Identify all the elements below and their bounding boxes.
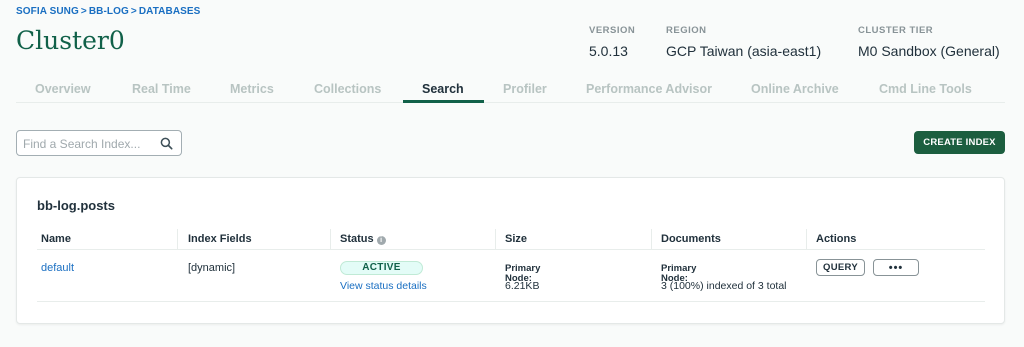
column-header-name: Name bbox=[41, 233, 71, 245]
create-index-button[interactable]: CREATE INDEX bbox=[914, 131, 1005, 154]
size-value: 6.21KB bbox=[505, 280, 540, 292]
column-header-size: Size bbox=[505, 233, 528, 245]
region-value: GCP Taiwan (asia-east1) bbox=[666, 43, 822, 59]
row-divider bbox=[37, 301, 985, 302]
cluster-version: VERSION 5.0.13 bbox=[589, 25, 635, 59]
tab-online-archive[interactable]: Online Archive bbox=[751, 82, 839, 96]
version-value: 5.0.13 bbox=[589, 43, 628, 59]
query-button[interactable]: QUERY bbox=[816, 259, 865, 276]
column-divider bbox=[495, 229, 496, 249]
search-input[interactable] bbox=[23, 135, 153, 152]
active-tab-indicator bbox=[403, 100, 484, 103]
index-fields-value: [dynamic] bbox=[188, 262, 236, 274]
collection-title: bb-log.posts bbox=[37, 198, 115, 213]
info-icon[interactable]: i bbox=[376, 236, 386, 245]
view-status-details-link[interactable]: View status details bbox=[340, 280, 427, 292]
tab-profiler[interactable]: Profiler bbox=[503, 82, 547, 96]
column-divider bbox=[330, 229, 331, 249]
tab-performance-advisor[interactable]: Performance Advisor bbox=[586, 82, 712, 96]
tier-label: CLUSTER TIER bbox=[858, 25, 934, 36]
breadcrumb-separator: > bbox=[80, 6, 87, 17]
tab-bar: Overview Real Time Metrics Collections S… bbox=[16, 76, 1005, 103]
version-label: VERSION bbox=[589, 25, 636, 36]
index-card: bb-log.posts Name Index Fields Status i S… bbox=[16, 177, 1005, 324]
region-label: REGION bbox=[666, 25, 707, 36]
column-divider bbox=[177, 229, 178, 249]
column-header-index-fields: Index Fields bbox=[188, 233, 252, 245]
tier-value: M0 Sandbox (General) bbox=[858, 43, 1000, 59]
tab-search[interactable]: Search bbox=[422, 82, 464, 96]
page-title: Cluster0 bbox=[16, 26, 125, 55]
status-badge: ACTIVE bbox=[340, 261, 423, 275]
breadcrumb-databases[interactable]: DATABASES bbox=[139, 6, 201, 17]
cluster-tier: CLUSTER TIER M0 Sandbox (General) bbox=[858, 25, 1000, 59]
breadcrumb-project[interactable]: BB-LOG bbox=[89, 6, 129, 17]
index-name-link[interactable]: default bbox=[41, 262, 74, 274]
breadcrumb-org[interactable]: SOFIA SUNG bbox=[16, 6, 79, 17]
tab-overview[interactable]: Overview bbox=[35, 82, 91, 96]
column-header-status: Status i bbox=[340, 233, 386, 245]
search-index-field[interactable] bbox=[16, 130, 182, 156]
status-header-label: Status bbox=[340, 233, 374, 245]
tab-metrics[interactable]: Metrics bbox=[230, 82, 274, 96]
search-icon[interactable] bbox=[160, 137, 173, 150]
breadcrumb: SOFIA SUNG > BB-LOG > DATABASES bbox=[16, 6, 200, 17]
breadcrumb-separator: > bbox=[130, 6, 137, 17]
tab-collections[interactable]: Collections bbox=[314, 82, 381, 96]
column-divider bbox=[806, 229, 807, 249]
cluster-region: REGION GCP Taiwan (asia-east1) bbox=[666, 25, 821, 59]
header-divider bbox=[37, 249, 985, 250]
column-header-actions: Actions bbox=[816, 233, 857, 245]
tab-real-time[interactable]: Real Time bbox=[132, 82, 191, 96]
tab-cmd-line-tools[interactable]: Cmd Line Tools bbox=[879, 82, 972, 96]
more-actions-button[interactable]: ••• bbox=[873, 259, 919, 276]
column-divider bbox=[651, 229, 652, 249]
column-header-documents: Documents bbox=[661, 233, 721, 245]
documents-value: 3 (100%) indexed of 3 total bbox=[661, 280, 787, 292]
